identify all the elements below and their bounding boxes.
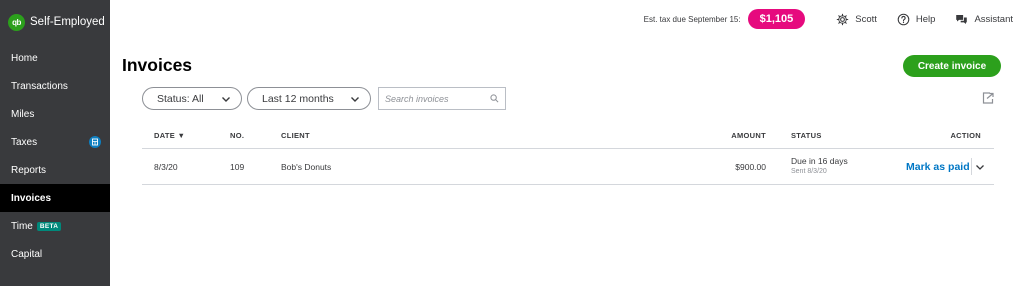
no-column-header: NO.	[230, 131, 245, 140]
chat-bubbles-icon	[956, 14, 968, 24]
status-sent-text: Sent 8/3/20	[791, 168, 827, 175]
client-column-header: CLIENT	[281, 131, 310, 140]
chevron-down-icon	[222, 96, 230, 102]
sidebar-item-reports[interactable]: Reports	[0, 156, 110, 184]
sidebar-item-label: Transactions	[11, 80, 68, 92]
user-name: Scott	[855, 13, 877, 25]
status-filter-value: Status: All	[157, 92, 204, 105]
sidebar-item-label: Taxes	[11, 136, 38, 148]
date-header-label: DATE	[154, 131, 176, 140]
search-input[interactable]	[385, 93, 490, 104]
gear-icon	[836, 13, 849, 25]
user-menu-button[interactable]: Scott	[836, 13, 877, 26]
sidebar-item-taxes[interactable]: Taxes	[0, 128, 110, 156]
invoice-number: 109	[230, 162, 245, 172]
help-icon	[897, 13, 910, 25]
chevron-down-icon	[351, 96, 359, 102]
invoice-status: Due in 16 days Sent 8/3/20	[791, 156, 848, 175]
sidebar-item-time[interactable]: Time BETA	[0, 212, 110, 240]
sidebar-item-invoices[interactable]: Invoices	[0, 184, 110, 212]
sidebar-item-transactions[interactable]: Transactions	[0, 72, 110, 100]
status-filter-dropdown[interactable]: Status: All	[142, 87, 242, 110]
action-divider	[971, 158, 972, 175]
est-tax-amount-button[interactable]: $1,105	[747, 9, 806, 29]
sidebar-item-label: Capital	[11, 248, 43, 260]
sidebar-item-label: Miles	[11, 108, 35, 120]
invoice-amount: $900.00	[735, 162, 766, 172]
assistant-label: Assistant	[974, 13, 1013, 25]
date-column-header[interactable]: DATE ▼	[154, 131, 185, 140]
sidebar-item-label: Invoices	[11, 192, 52, 204]
mark-as-paid-link[interactable]: Mark as paid	[906, 161, 970, 173]
help-label: Help	[915, 13, 936, 25]
invoice-client: Bob's Donuts	[281, 162, 332, 172]
invoices-table: DATE ▼ NO. CLIENT AMOUNT STATUS ACTION 8…	[142, 121, 994, 185]
sidebar-item-capital[interactable]: Capital	[0, 240, 110, 268]
amount-column-header: AMOUNT	[731, 131, 766, 140]
create-invoice-button[interactable]: Create invoice	[903, 55, 1001, 77]
beta-badge: BETA	[36, 221, 62, 231]
export-icon[interactable]	[981, 91, 995, 105]
table-header: DATE ▼ NO. CLIENT AMOUNT STATUS ACTION	[142, 121, 994, 149]
sidebar-nav: Home Transactions Miles Taxes Reports In…	[0, 44, 110, 268]
brand[interactable]: qb Self-Employed	[0, 0, 110, 44]
sidebar: qb Self-Employed Home Transactions Miles…	[0, 0, 110, 286]
est-tax-label: Est. tax due September 15:	[643, 14, 741, 24]
invoice-date: 8/3/20	[154, 162, 178, 172]
status-due-text: Due in 16 days	[791, 156, 848, 166]
sidebar-item-home[interactable]: Home	[0, 44, 110, 72]
sidebar-item-label: Time	[11, 220, 33, 232]
sort-down-icon: ▼	[177, 131, 186, 140]
action-column-header: ACTION	[950, 131, 981, 140]
brand-name: Self-Employed	[30, 16, 105, 28]
date-range-value: Last 12 months	[262, 92, 334, 105]
sidebar-item-label: Reports	[11, 164, 47, 176]
page-title: Invoices	[122, 55, 193, 75]
table-row[interactable]: 8/3/20 109 Bob's Donuts $900.00 Due in 1…	[142, 149, 994, 185]
date-range-dropdown[interactable]: Last 12 months	[247, 87, 371, 110]
status-column-header: STATUS	[791, 131, 822, 140]
top-header: Est. tax due September 15: $1,105 Scott …	[110, 0, 1024, 38]
search-icon[interactable]	[490, 94, 499, 103]
taxes-calculator-icon	[89, 136, 101, 148]
sidebar-item-miles[interactable]: Miles	[0, 100, 110, 128]
assistant-button[interactable]: Assistant	[955, 13, 1013, 26]
sidebar-item-label: Home	[11, 52, 38, 64]
quickbooks-logo: qb	[8, 13, 25, 31]
chevron-down-icon[interactable]	[975, 162, 985, 172]
help-button[interactable]: Help	[897, 13, 936, 26]
search-box	[378, 87, 506, 110]
